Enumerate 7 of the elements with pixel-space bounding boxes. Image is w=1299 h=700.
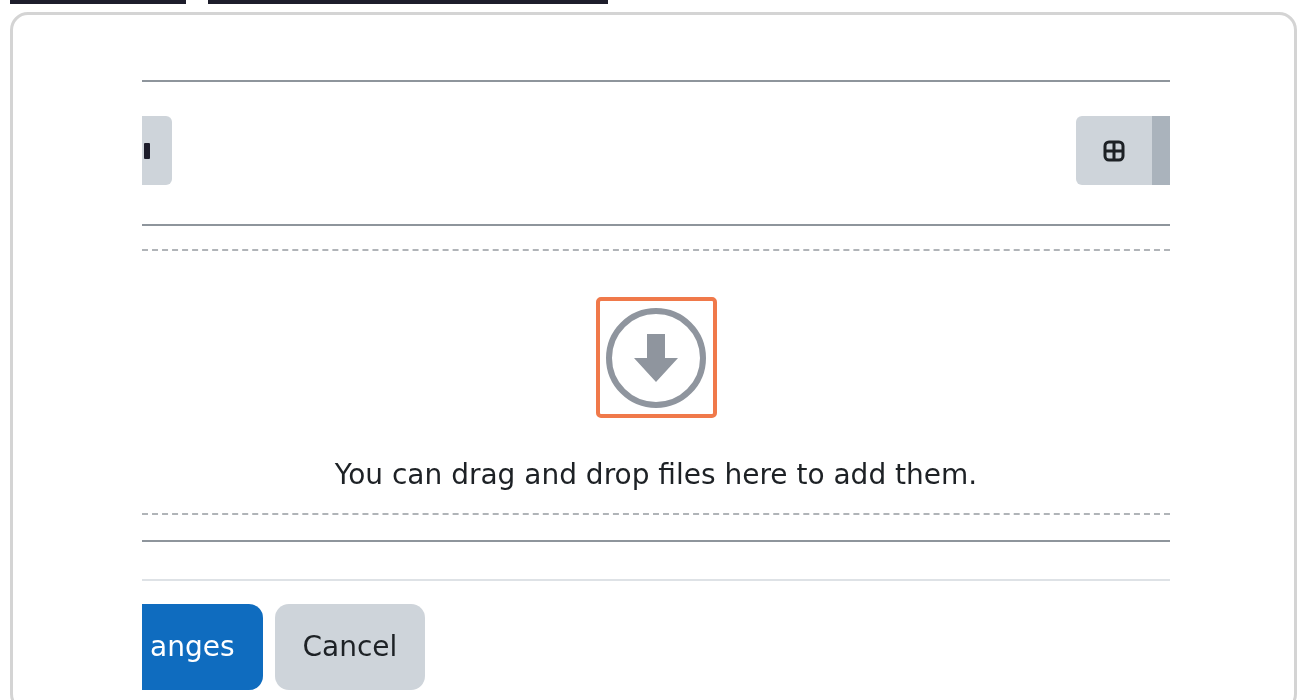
save-button[interactable]: anges (142, 604, 263, 690)
grid-view-button[interactable] (1076, 116, 1152, 185)
grid-icon (1103, 139, 1125, 162)
toolbar-icon (144, 142, 150, 159)
drop-hint: You can drag and drop files here to add them. (334, 457, 978, 493)
download-icon[interactable] (604, 305, 708, 410)
cancel-button[interactable]: Cancel (274, 604, 426, 690)
